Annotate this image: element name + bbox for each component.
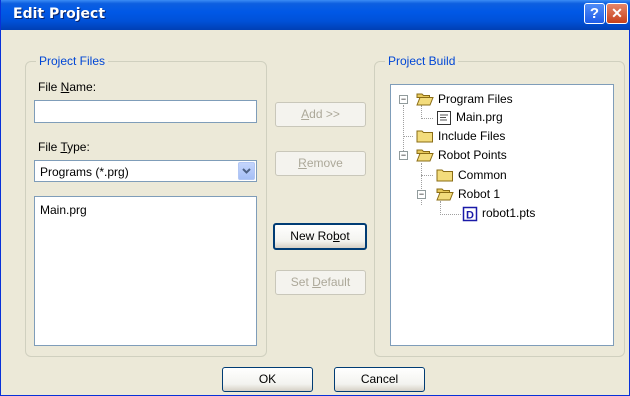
title-bar[interactable]: Edit Project ? ✕	[1, 0, 630, 30]
close-icon: ✕	[611, 5, 623, 21]
file-list-item[interactable]: Main.prg	[40, 203, 87, 217]
tree-connector	[421, 118, 433, 119]
file-name-field[interactable]	[34, 100, 257, 123]
tree-node-common[interactable]: Common	[458, 168, 507, 182]
tree-node-program-files[interactable]: Program Files	[438, 92, 513, 106]
file-name-label: File Name:	[38, 80, 97, 94]
cancel-button[interactable]: Cancel	[334, 367, 425, 392]
project-files-legend: Project Files	[36, 54, 109, 68]
tree-node-main-prg[interactable]: Main.prg	[456, 110, 503, 124]
ok-button[interactable]: OK	[222, 367, 313, 392]
remove-button[interactable]: Remove	[275, 151, 366, 176]
folder-open-icon	[436, 188, 454, 201]
project-build-legend: Project Build	[385, 54, 459, 68]
folder-icon	[416, 130, 433, 143]
new-robot-button[interactable]: New Robot	[273, 223, 367, 250]
tree-connector	[421, 175, 433, 176]
tree-connector	[403, 136, 413, 137]
tree-expander[interactable]: −	[399, 95, 408, 104]
program-file-icon	[437, 111, 451, 125]
set-default-button[interactable]: Set Default	[275, 270, 366, 295]
add-button[interactable]: Add >>	[275, 102, 366, 127]
edit-project-dialog: Edit Project ? ✕ Project Files File Name…	[0, 0, 630, 396]
svg-text:D: D	[466, 210, 474, 222]
folder-open-icon	[416, 93, 434, 106]
tree-node-robot-1[interactable]: Robot 1	[458, 187, 500, 201]
file-list[interactable]: Main.prg	[34, 196, 257, 346]
tree-connector	[440, 201, 441, 215]
file-type-select[interactable]: Programs (*.prg)	[34, 160, 257, 182]
tree-connector	[421, 105, 422, 119]
help-button[interactable]: ?	[584, 3, 605, 24]
tree-connector	[440, 214, 461, 215]
file-type-label: File Type:	[38, 140, 90, 154]
tree-node-include-files[interactable]: Include Files	[438, 129, 505, 143]
folder-open-icon	[416, 149, 434, 162]
tree-expander[interactable]: −	[417, 190, 426, 199]
points-file-icon: D	[462, 206, 478, 222]
tree-expander[interactable]: −	[399, 151, 408, 160]
file-type-dropdown-button[interactable]	[238, 162, 255, 180]
tree-node-robot1-pts[interactable]: robot1.pts	[482, 206, 535, 220]
close-button[interactable]: ✕	[606, 3, 628, 24]
file-type-value: Programs (*.prg)	[40, 165, 129, 179]
chevron-down-icon	[242, 168, 251, 174]
folder-icon	[436, 169, 453, 182]
help-icon: ?	[589, 5, 600, 22]
tree-node-robot-points[interactable]: Robot Points	[438, 148, 507, 162]
window-title: Edit Project	[13, 6, 106, 22]
project-build-tree[interactable]: − Program Files Main.prg Include Files −…	[390, 84, 614, 346]
